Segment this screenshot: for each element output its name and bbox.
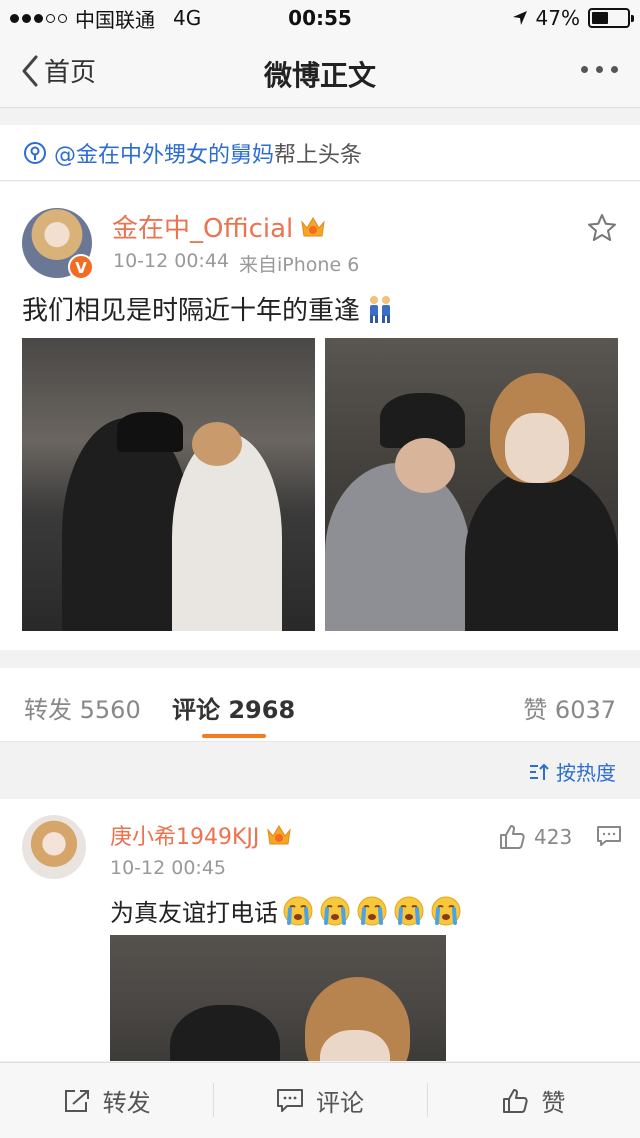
bottom-toolbar: 转发 评论 赞 xyxy=(0,1062,640,1138)
crying-face-icon xyxy=(394,896,424,925)
battery-icon xyxy=(588,8,634,28)
comment-username[interactable]: 庚小希1949KJJ xyxy=(110,819,293,851)
like-button[interactable]: 赞 xyxy=(426,1063,640,1138)
comment-button[interactable]: 评论 xyxy=(213,1063,426,1138)
active-tab-indicator xyxy=(202,734,266,738)
tab-comments-label: 评论 xyxy=(172,696,220,724)
comment-avatar[interactable] xyxy=(22,815,86,879)
thumbs-up-icon xyxy=(500,825,525,849)
comment-image[interactable] xyxy=(110,935,446,1061)
comment-item: 庚小希1949KJJ 10-12 00:45 423 为真友谊打电话 xyxy=(0,799,640,1061)
headline-user-link[interactable]: @金在中外甥女的舅妈 xyxy=(54,137,274,169)
repost-button[interactable]: 转发 xyxy=(0,1063,213,1138)
thumbs-up-icon xyxy=(503,1088,528,1113)
crown-icon xyxy=(301,216,326,236)
star-favorite-icon[interactable] xyxy=(586,212,618,244)
two-men-emoji-icon xyxy=(370,295,391,323)
stats-tab-bar: 转发 5560 评论 2968 赞 6037 xyxy=(0,668,640,742)
battery-level xyxy=(592,12,608,24)
comment-label: 评论 xyxy=(315,1089,364,1117)
sort-label: 按热度 xyxy=(556,761,616,785)
like-label: 赞 xyxy=(541,1089,566,1117)
post-card: V 金在中_Official 10-12 00:44 来自iPhone 6 我们… xyxy=(0,182,640,650)
repost-label: 转发 xyxy=(102,1089,151,1117)
battery-percent: 47% xyxy=(535,6,580,30)
post-text: 我们相见是时隔近十年的重逢 xyxy=(22,290,396,327)
post-text-content: 我们相见是时隔近十年的重逢 xyxy=(22,296,361,326)
tab-repost-label: 转发 xyxy=(24,696,72,724)
post-photo-1[interactable] xyxy=(22,338,315,631)
post-time: 10-12 00:44 xyxy=(113,250,230,272)
crying-face-icon xyxy=(431,896,461,925)
crying-face-icon xyxy=(357,896,387,925)
tab-likes[interactable]: 赞 6037 xyxy=(523,690,616,725)
crying-emoji-row xyxy=(282,895,462,927)
location-pin-icon xyxy=(24,141,46,164)
reply-comment-icon[interactable] xyxy=(596,825,622,847)
nav-bar: 首页 微博正文 xyxy=(0,36,640,108)
sort-icon xyxy=(530,763,549,780)
post-meta: 10-12 00:44 来自iPhone 6 xyxy=(113,250,359,277)
comment-text-content: 为真友谊打电话 xyxy=(110,899,278,927)
post-source: 来自iPhone 6 xyxy=(239,254,360,276)
crying-face-icon xyxy=(320,896,350,925)
page-title: 微博正文 xyxy=(263,59,376,92)
comment-like-button[interactable]: 423 xyxy=(498,823,572,851)
status-right: 47% xyxy=(512,6,634,30)
comment-text: 为真友谊打电话 xyxy=(110,893,462,928)
comment-like-count: 423 xyxy=(534,825,573,849)
tab-comments-count: 2968 xyxy=(228,696,296,724)
sort-by-hot-button[interactable]: 按热度 xyxy=(528,757,616,786)
tab-likes-label: 赞 xyxy=(523,696,548,724)
comment-username-text: 庚小希1949KJJ xyxy=(110,825,260,850)
comment-time: 10-12 00:45 xyxy=(110,857,227,879)
comment-icon xyxy=(276,1088,303,1112)
tab-likes-count: 6037 xyxy=(554,696,616,724)
headline-banner[interactable]: @金在中外甥女的舅妈 帮上头条 xyxy=(0,125,640,181)
post-username[interactable]: 金在中_Official xyxy=(112,208,327,245)
post-photo-2[interactable] xyxy=(325,338,618,631)
verified-badge-icon: V xyxy=(68,254,94,280)
post-username-text: 金在中_Official xyxy=(112,214,294,244)
status-bar: 中国联通 4G 00:55 47% xyxy=(0,0,640,36)
location-arrow-icon xyxy=(512,11,527,25)
sort-row: 按热度 xyxy=(0,743,640,799)
crown-icon xyxy=(267,825,292,845)
crying-face-icon xyxy=(283,896,313,925)
headline-suffix: 帮上头条 xyxy=(274,142,363,168)
tab-repost[interactable]: 转发 5560 xyxy=(24,690,141,725)
share-icon xyxy=(64,1089,89,1112)
more-options-button[interactable] xyxy=(581,66,618,73)
tab-comments[interactable]: 评论 2968 xyxy=(172,690,295,725)
tab-repost-count: 5560 xyxy=(79,696,141,724)
